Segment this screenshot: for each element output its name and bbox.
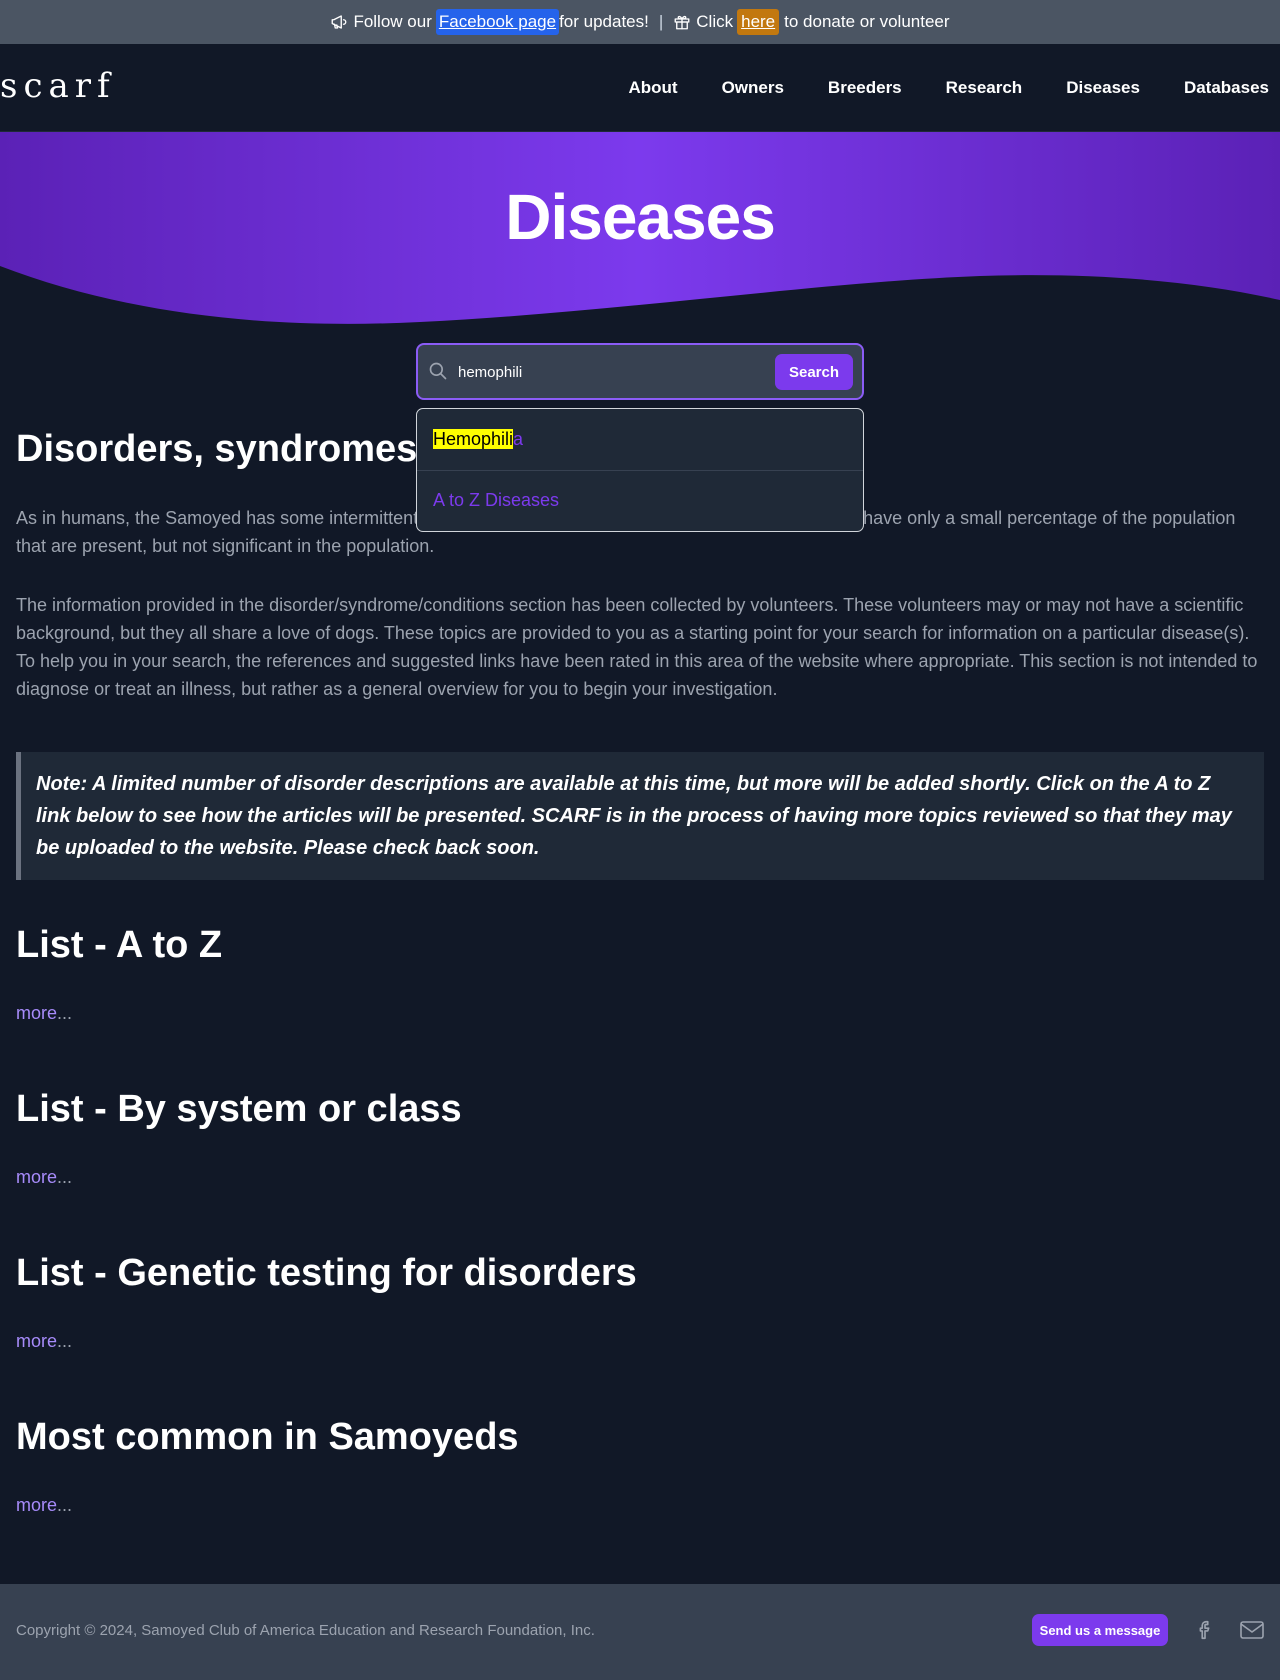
more-link-row: more...	[16, 1495, 72, 1516]
search-box: Search	[416, 343, 864, 400]
follow-text: Follow our	[353, 12, 432, 31]
more-ellipsis: ...	[57, 1003, 73, 1023]
suggestion-hemophilia[interactable]: Hemophilia	[433, 429, 523, 450]
search-suggestions-dropdown: Hemophilia A to Z Diseases	[416, 408, 864, 532]
main-navbar: scarf About Owners Breeders Research Dis…	[0, 44, 1280, 132]
search-button[interactable]: Search	[775, 354, 853, 390]
suggestion-remainder: a	[513, 429, 524, 449]
more-link-most-common[interactable]: more	[16, 1495, 57, 1515]
volunteer-paragraph: The information provided in the disorder…	[16, 595, 1258, 699]
suggestion-divider	[417, 470, 863, 471]
more-link-a-to-z[interactable]: more	[16, 1003, 57, 1023]
announcement-separator: |	[658, 12, 664, 31]
nav-about[interactable]: About	[628, 78, 677, 98]
more-link-genetic-testing[interactable]: more	[16, 1331, 57, 1351]
donate-segment: Click here to donate or volunteer	[673, 9, 950, 35]
more-link-by-system[interactable]: more	[16, 1167, 57, 1187]
suggestion-a-to-z[interactable]: A to Z Diseases	[433, 490, 559, 511]
announcement-bar: Follow our Facebook page for updates! | …	[0, 0, 1280, 44]
section-title-by-system: List - By system or class	[16, 1088, 462, 1130]
suggestion-match-highlight: Hemophili	[433, 429, 514, 449]
gift-icon	[674, 15, 690, 30]
more-link-row: more...	[16, 1167, 72, 1188]
follow-segment: Follow our Facebook page for updates!	[330, 9, 649, 35]
section-title-a-to-z: List - A to Z	[16, 924, 223, 966]
more-ellipsis: ...	[57, 1495, 73, 1515]
nav-menu: About Owners Breeders Research Diseases …	[628, 44, 1280, 132]
facebook-icon[interactable]	[1194, 1618, 1216, 1642]
nav-owners[interactable]: Owners	[722, 78, 784, 98]
page-title: Diseases	[505, 181, 776, 253]
copyright-text: Copyright © 2024, Samoyed Club of Americ…	[16, 1622, 595, 1639]
note-text: A limited number of disorder description…	[36, 773, 1232, 859]
hero-banner: Diseases	[0, 132, 1280, 332]
more-ellipsis: ...	[57, 1167, 73, 1187]
note-label: Note:	[36, 773, 88, 795]
updates-text: for updates!	[559, 12, 649, 31]
site-footer: Copyright © 2024, Samoyed Club of Americ…	[0, 1584, 1280, 1680]
mail-icon[interactable]	[1240, 1620, 1264, 1640]
donate-here-link[interactable]: here	[737, 9, 780, 35]
nav-diseases[interactable]: Diseases	[1066, 78, 1140, 98]
search-icon	[429, 362, 447, 380]
note-callout: Note: A limited number of disorder descr…	[16, 752, 1264, 880]
more-link-row: more...	[16, 1331, 72, 1352]
click-text: Click	[696, 12, 734, 31]
nav-breeders[interactable]: Breeders	[828, 78, 902, 98]
donate-text: to donate or volunteer	[784, 12, 950, 31]
nav-research[interactable]: Research	[946, 78, 1023, 98]
section-title-genetic-testing: List - Genetic testing for disorders	[16, 1252, 637, 1294]
facebook-page-link[interactable]: Facebook page	[435, 9, 560, 35]
site-logo[interactable]: scarf	[0, 66, 116, 106]
nav-databases[interactable]: Databases	[1184, 78, 1269, 98]
megaphone-icon	[332, 15, 347, 29]
more-ellipsis: ...	[57, 1331, 73, 1351]
more-link-row: more...	[16, 1003, 72, 1024]
send-message-button[interactable]: Send us a message	[1032, 1614, 1168, 1646]
search-input[interactable]	[458, 357, 778, 387]
section-title-most-common: Most common in Samoyeds	[16, 1416, 519, 1458]
